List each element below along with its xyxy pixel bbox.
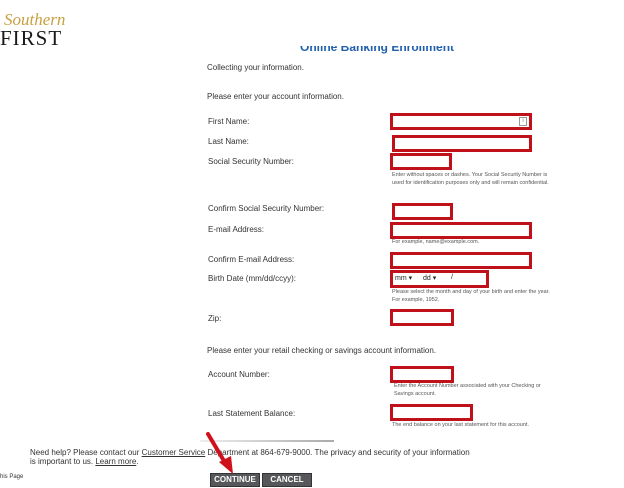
help-post: . (136, 457, 139, 466)
confirm-ssn-label: Confirm Social Security Number: (208, 204, 325, 213)
first-name-label: First Name: (208, 117, 250, 126)
birth-year-input[interactable]: / (451, 274, 453, 281)
last-name-input[interactable] (392, 135, 532, 152)
section-retail-heading: Please enter your retail checking or sav… (207, 346, 437, 355)
balance-input[interactable] (390, 404, 473, 421)
autofill-icon: i (519, 117, 527, 126)
birth-month-select[interactable]: mm ▾ (395, 274, 412, 282)
account-number-hint: Enter the Account Number associated with… (394, 383, 541, 397)
first-name-input[interactable]: i (390, 113, 532, 130)
last-name-label: Last Name: (208, 137, 249, 146)
email-hint: For example, name@example.com. (392, 239, 480, 245)
page-title: Online Banking Enrollment (300, 46, 455, 54)
birth-date-hint: Please select the month and day of your … (392, 289, 550, 303)
email-input[interactable] (390, 222, 532, 239)
balance-hint: The end balance on your last statement f… (392, 422, 529, 428)
cancel-button[interactable]: CANCEL (262, 473, 312, 487)
account-number-label: Account Number: (208, 370, 270, 379)
balance-label: Last Statement Balance: (208, 409, 296, 418)
help-pre: Need help? Please contact our (30, 448, 142, 457)
zip-input[interactable] (390, 309, 454, 326)
confirm-email-label: Confirm E-mail Address: (208, 255, 295, 264)
confirm-ssn-input[interactable] (392, 203, 453, 220)
birth-day-select[interactable]: dd ▾ (423, 274, 436, 282)
side-text: his Page (0, 474, 24, 480)
account-number-input[interactable] (390, 366, 454, 383)
learn-more-link[interactable]: Learn more (95, 457, 136, 466)
help-text: Need help? Please contact our Customer S… (30, 448, 470, 466)
logo: Southern FIRST (0, 8, 80, 50)
ssn-label: Social Security Number: (208, 157, 294, 166)
logo-word: FIRST (0, 26, 63, 50)
red-arrow-icon (206, 432, 233, 474)
confirm-email-input[interactable] (390, 252, 532, 269)
birth-date-group: mm ▾ dd ▾ / (390, 270, 489, 288)
customer-service-link[interactable]: Customer Service (142, 448, 206, 457)
email-label: E-mail Address: (208, 225, 265, 234)
step-text: Collecting your information. (207, 63, 304, 72)
birth-date-label: Birth Date (mm/dd/ccyy): (208, 274, 297, 283)
section-account-heading: Please enter your account information. (207, 92, 344, 101)
ssn-hint: Enter without spaces or dashes. Your Soc… (392, 172, 549, 186)
ssn-input[interactable] (390, 153, 452, 170)
zip-label: Zip: (208, 314, 222, 323)
